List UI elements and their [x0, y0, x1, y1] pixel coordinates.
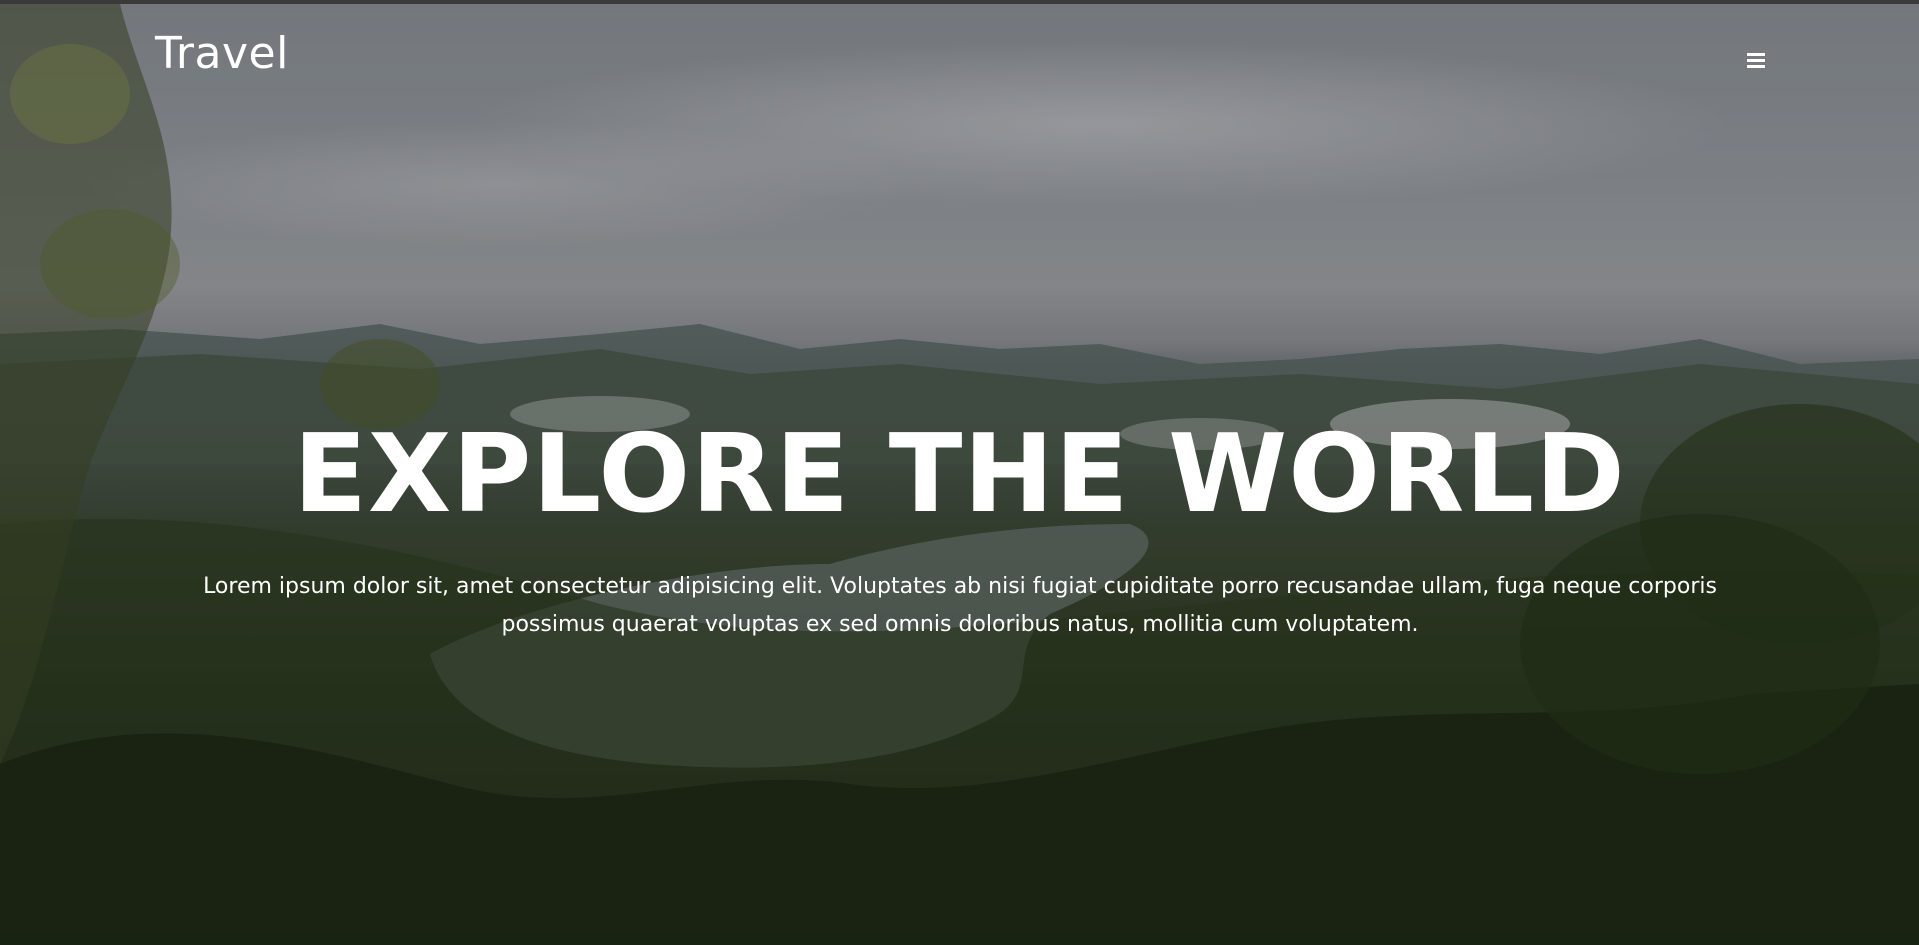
hamburger-menu-icon [1747, 52, 1765, 68]
menu-button[interactable] [1740, 48, 1772, 72]
brand-logo[interactable]: Travel [155, 28, 289, 79]
top-border [0, 0, 1919, 4]
hero-title: EXPLORE THE WORLD [293, 412, 1626, 537]
page: Travel EXPLORE THE WORLD Lorem ipsum dol… [0, 0, 1919, 945]
hero-description: Lorem ipsum dolor sit, amet consectetur … [203, 574, 1717, 637]
